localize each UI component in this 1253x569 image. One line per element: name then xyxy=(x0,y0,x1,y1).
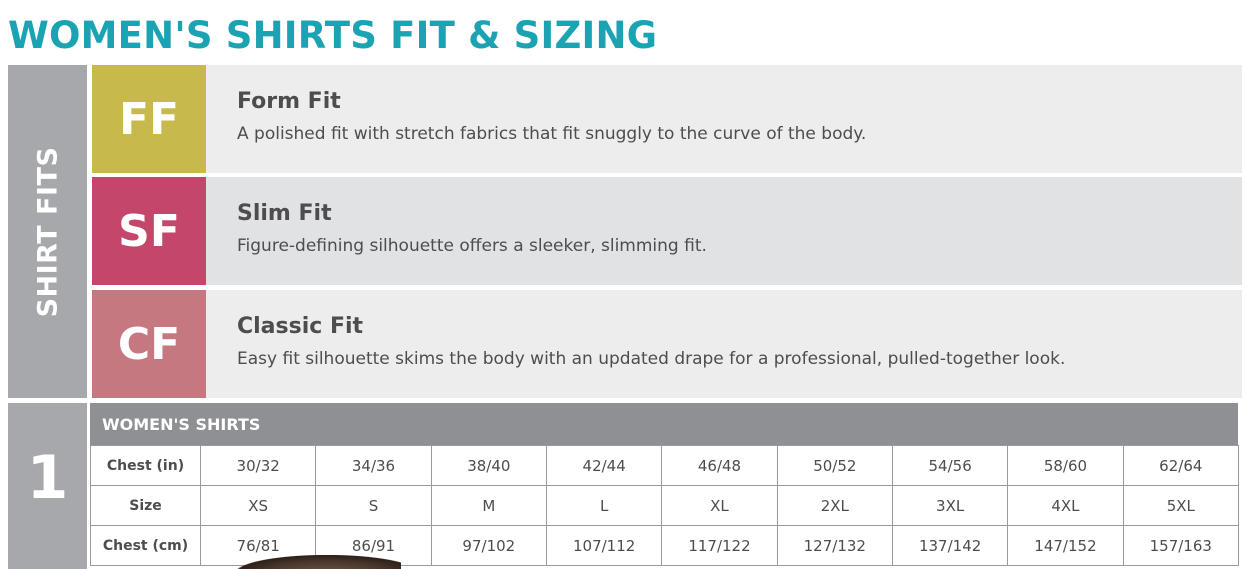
size-section-number: 1 xyxy=(26,443,69,513)
table-cell: 42/44 xyxy=(545,445,663,486)
table-row: Size XS S M L XL 2XL 3XL 4XL 5XL xyxy=(90,485,1239,526)
fit-description: Figure-defining silhouette offers a slee… xyxy=(237,236,707,256)
fit-info-slim-fit: Slim Fit Figure-defining silhouette offe… xyxy=(206,177,1242,285)
fit-info-classic-fit: Classic Fit Easy fit silhouette skims th… xyxy=(206,290,1242,398)
fit-name: Form Fit xyxy=(237,89,341,114)
row-header: Size xyxy=(90,485,201,526)
table-cell: 58/60 xyxy=(1007,445,1124,486)
fit-row-slim-fit: SF Slim Fit Figure-defining silhouette o… xyxy=(92,177,1242,285)
table-cell: 127/132 xyxy=(776,525,893,566)
table-cell: 5XL xyxy=(1122,485,1239,526)
table-cell: 4XL xyxy=(1007,485,1124,526)
size-chart: WOMEN'S SHIRTS Chest (in) 30/32 34/36 38/40… xyxy=(90,403,1239,569)
table-cell: 38/40 xyxy=(430,445,547,486)
table-cell: 117/122 xyxy=(661,525,778,566)
fit-row-classic-fit: CF Classic Fit Easy fit silhouette skims… xyxy=(92,290,1242,398)
fit-badge-ff: FF xyxy=(92,65,206,173)
fit-badge-sf: SF xyxy=(92,177,206,285)
table-cell: 46/48 xyxy=(661,445,778,486)
table-cell: XS xyxy=(199,485,317,526)
table-cell: 30/32 xyxy=(199,445,317,486)
shirt-fits-side-panel: SHIRT FITS xyxy=(8,65,87,398)
fit-description: A polished fit with stretch fabrics that… xyxy=(237,124,867,144)
fit-name: Classic Fit xyxy=(237,314,364,339)
size-section-side-panel: 1 xyxy=(8,403,87,569)
table-cell: 97/102 xyxy=(430,525,547,566)
table-cell: 62/64 xyxy=(1122,445,1239,486)
page-title: WOMEN'S SHIRTS FIT & SIZING xyxy=(8,14,658,57)
fit-name: Slim Fit xyxy=(237,201,332,226)
table-cell: 34/36 xyxy=(315,445,432,486)
table-cell: 2XL xyxy=(776,485,893,526)
row-header: Chest (cm) xyxy=(90,525,201,566)
model-photo-partial xyxy=(236,555,401,569)
fit-info-form-fit: Form Fit A polished fit with stretch fab… xyxy=(206,65,1242,173)
table-cell: S xyxy=(315,485,432,526)
fit-row-form-fit: FF Form Fit A polished fit with stretch … xyxy=(92,65,1242,173)
size-table: Chest (in) 30/32 34/36 38/40 42/44 46/48 50/52… xyxy=(90,445,1239,566)
table-cell: 3XL xyxy=(891,485,1009,526)
size-chart-title: WOMEN'S SHIRTS xyxy=(90,403,1238,445)
table-cell: 137/142 xyxy=(891,525,1009,566)
row-header: Chest (in) xyxy=(90,445,201,486)
table-row: Chest (in) 30/32 34/36 38/40 42/44 46/48 50/52… xyxy=(90,445,1239,486)
shirt-fits-label: SHIRT FITS xyxy=(32,146,63,317)
table-cell: 147/152 xyxy=(1007,525,1124,566)
table-cell: L xyxy=(545,485,663,526)
table-cell: M xyxy=(430,485,547,526)
table-cell: 157/163 xyxy=(1122,525,1239,566)
fit-description: Easy fit silhouette skims the body with … xyxy=(237,349,1066,369)
table-cell: 50/52 xyxy=(776,445,893,486)
table-cell: XL xyxy=(661,485,778,526)
table-cell: 107/112 xyxy=(545,525,663,566)
table-cell: 54/56 xyxy=(891,445,1009,486)
fit-badge-cf: CF xyxy=(92,290,206,398)
